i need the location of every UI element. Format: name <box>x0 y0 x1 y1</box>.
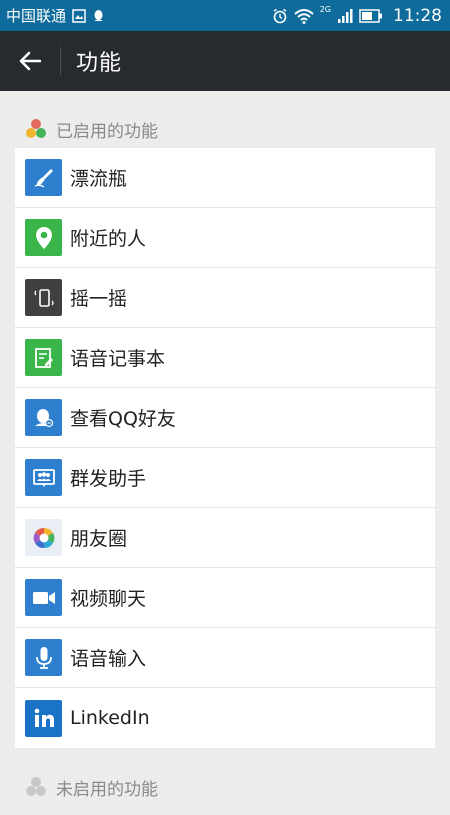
back-button[interactable] <box>0 31 60 91</box>
feature-item-drift-bottle[interactable]: 漂流瓶 <box>15 148 435 208</box>
signal-icon <box>337 8 353 24</box>
title-bar: 功能 <box>0 31 450 91</box>
status-bar: 中国联通 2G 11:28 <box>0 0 450 31</box>
title-divider <box>60 47 61 75</box>
feature-label: 附近的人 <box>70 228 147 250</box>
feature-label: 群发助手 <box>70 468 147 490</box>
feature-item-voice-input[interactable]: 语音输入 <box>15 628 435 688</box>
feature-item-shake[interactable]: 摇一摇 <box>15 268 435 328</box>
enabled-feature-list: 漂流瓶 附近的人 摇一摇 语音记事本 查看QQ好友 群发助手 朋友圈 视频聊天 … <box>15 148 435 748</box>
feature-label: 摇一摇 <box>70 288 128 310</box>
alarm-icon <box>272 8 288 24</box>
feature-label: 查看QQ好友 <box>70 408 176 430</box>
feature-item-mass-message[interactable]: 群发助手 <box>15 448 435 508</box>
battery-icon <box>359 8 383 23</box>
clock-label: 11:28 <box>393 5 442 26</box>
back-arrow-icon <box>19 51 41 71</box>
disabled-section-header: 未启用的功能 <box>0 759 450 815</box>
voice-notepad-icon <box>25 339 62 376</box>
enabled-dots-icon <box>25 118 47 140</box>
network-type-label: 2G <box>319 5 331 14</box>
qq-friends-icon <box>25 399 62 436</box>
drift-bottle-icon <box>25 159 62 196</box>
feature-label: LinkedIn <box>70 707 150 729</box>
wifi-icon <box>294 8 314 24</box>
carrier-label: 中国联通 <box>6 7 67 25</box>
feature-label: 语音记事本 <box>70 348 166 370</box>
screenshot-icon <box>72 8 86 23</box>
feature-label: 语音输入 <box>70 648 147 670</box>
feature-label: 视频聊天 <box>70 588 147 610</box>
disabled-dots-icon <box>25 776 47 798</box>
feature-item-moments[interactable]: 朋友圈 <box>15 508 435 568</box>
feature-item-linkedin[interactable]: LinkedIn <box>15 688 435 748</box>
feature-label: 漂流瓶 <box>70 168 128 190</box>
shake-phone-icon <box>25 279 62 316</box>
qq-notification-icon <box>92 9 105 23</box>
feature-item-qq-friends[interactable]: 查看QQ好友 <box>15 388 435 448</box>
page-title: 功能 <box>76 51 123 76</box>
feature-label: 朋友圈 <box>70 528 128 550</box>
mass-message-icon <box>25 459 62 496</box>
location-pin-icon <box>25 219 62 256</box>
enabled-section-title: 已启用的功能 <box>56 121 158 142</box>
video-chat-icon <box>25 579 62 616</box>
moments-icon <box>25 519 62 556</box>
microphone-icon <box>25 639 62 676</box>
feature-item-video-chat[interactable]: 视频聊天 <box>15 568 435 628</box>
feature-item-people-nearby[interactable]: 附近的人 <box>15 208 435 268</box>
feature-item-voice-notepad[interactable]: 语音记事本 <box>15 328 435 388</box>
linkedin-icon <box>25 699 62 737</box>
disabled-section-title: 未启用的功能 <box>56 779 158 800</box>
